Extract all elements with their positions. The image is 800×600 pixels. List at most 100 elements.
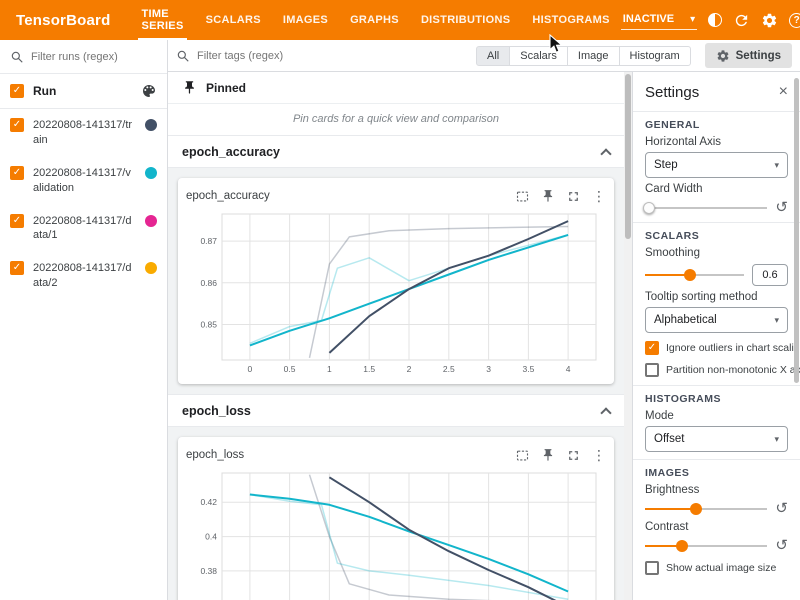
partition-x-axis-row: Partition non-monotonic X axis i xyxy=(645,363,788,377)
run-checkbox[interactable]: ✓ xyxy=(10,118,24,132)
chevron-up-icon xyxy=(600,148,611,159)
section-header-epoch-accuracy[interactable]: epoch_accuracy xyxy=(168,136,624,168)
show-actual-size-label: Show actual image size xyxy=(666,562,776,574)
svg-text:1: 1 xyxy=(327,364,332,374)
run-row: ✓ 20220808-141317/train xyxy=(0,109,167,157)
search-icon xyxy=(176,49,190,63)
run-label: 20220808-141317/data/2 xyxy=(33,261,136,291)
tab-scalars[interactable]: SCALARS xyxy=(195,0,272,40)
settings-gear-icon[interactable] xyxy=(761,12,778,29)
histogram-mode-select[interactable]: Offset ▾ xyxy=(645,426,788,452)
slider-thumb[interactable] xyxy=(684,269,696,281)
show-actual-size-checkbox[interactable] xyxy=(645,561,659,575)
run-label: 20220808-141317/data/1 xyxy=(33,214,136,244)
brightness-slider[interactable] xyxy=(645,502,767,516)
chevron-up-icon xyxy=(600,407,611,418)
status-dropdown[interactable]: INACTIVE ▾ xyxy=(621,10,697,30)
select-all-runs-checkbox[interactable]: ✓ xyxy=(10,84,24,98)
tab-graphs[interactable]: GRAPHS xyxy=(339,0,410,40)
runs-column-header: Run xyxy=(33,83,132,99)
section-title: epoch_accuracy xyxy=(182,145,280,159)
fullscreen-icon[interactable] xyxy=(566,189,581,204)
pinned-empty-hint: Pin cards for a quick view and compariso… xyxy=(168,104,624,136)
ignore-outliers-row: ✓ Ignore outliers in chart scaling xyxy=(645,341,788,355)
run-checkbox[interactable]: ✓ xyxy=(10,166,24,180)
chip-scalars[interactable]: Scalars xyxy=(509,46,568,66)
tab-distributions[interactable]: DISTRIBUTIONS xyxy=(410,0,521,40)
pin-card-icon[interactable] xyxy=(541,189,555,203)
zoom-selection-icon[interactable] xyxy=(515,448,530,463)
contrast-slider[interactable] xyxy=(645,539,767,553)
fullscreen-icon[interactable] xyxy=(566,448,581,463)
epoch-loss-line-chart[interactable]: 00.511.522.533.540.360.380.40.42 xyxy=(186,467,606,600)
svg-text:0.4: 0.4 xyxy=(205,532,217,542)
tab-images[interactable]: IMAGES xyxy=(272,0,339,40)
app-title: TensorBoard xyxy=(0,12,130,29)
run-color-dot[interactable] xyxy=(145,119,157,131)
tab-histograms[interactable]: HISTOGRAMS xyxy=(521,0,620,40)
run-color-dot[interactable] xyxy=(145,167,157,179)
more-options-icon[interactable]: ⋮ xyxy=(592,448,606,462)
more-options-icon[interactable]: ⋮ xyxy=(592,189,606,203)
tab-time-series[interactable]: TIME SERIES xyxy=(130,0,194,40)
run-color-dot[interactable] xyxy=(145,262,157,274)
run-row: ✓ 20220808-141317/data/2 xyxy=(0,252,167,300)
histogram-mode-value: Offset xyxy=(654,433,684,445)
run-label: 20220808-141317/validation xyxy=(33,166,136,196)
reset-icon[interactable]: ↺ xyxy=(775,501,788,516)
zoom-selection-icon[interactable] xyxy=(515,189,530,204)
palette-icon[interactable] xyxy=(141,83,157,99)
help-icon[interactable]: ? xyxy=(789,13,800,28)
histogram-mode-label: Mode xyxy=(645,410,788,422)
pin-card-icon[interactable] xyxy=(541,448,555,462)
chip-image[interactable]: Image xyxy=(567,46,620,66)
slider-thumb[interactable] xyxy=(690,503,702,515)
contrast-label: Contrast xyxy=(645,521,788,533)
reset-icon[interactable]: ↺ xyxy=(775,538,788,553)
chip-histogram[interactable]: Histogram xyxy=(619,46,691,66)
histograms-heading: HISTOGRAMS xyxy=(645,393,788,405)
main-scrollbar[interactable] xyxy=(624,72,632,600)
partition-x-axis-label: Partition non-monotonic X axis xyxy=(666,364,800,376)
tooltip-sorting-select[interactable]: Alphabetical ▾ xyxy=(645,307,788,333)
chevron-down-icon: ▾ xyxy=(774,160,779,171)
search-icon xyxy=(10,50,24,64)
settings-scrollbar-thumb[interactable] xyxy=(794,78,799,383)
nav-tabs: TIME SERIES SCALARS IMAGES GRAPHS DISTRI… xyxy=(130,0,620,40)
smoothing-value-input[interactable]: 0.6 xyxy=(752,264,788,286)
horizontal-axis-select[interactable]: Step ▾ xyxy=(645,152,788,178)
section-title: epoch_loss xyxy=(182,404,251,418)
run-checkbox[interactable]: ✓ xyxy=(10,261,24,275)
epoch-accuracy-line-chart[interactable]: 00.511.522.533.540.850.860.87 xyxy=(186,208,606,378)
run-checkbox[interactable]: ✓ xyxy=(10,214,24,228)
run-color-dot[interactable] xyxy=(145,215,157,227)
svg-text:0.38: 0.38 xyxy=(200,566,217,576)
section-body: epoch_accuracy ⋮ 00.511.522.533.540.850.… xyxy=(168,168,624,395)
header-actions: INACTIVE ▾ ? xyxy=(621,10,800,30)
chip-all[interactable]: All xyxy=(476,46,510,66)
svg-text:1.5: 1.5 xyxy=(363,364,375,374)
tags-toolbar: All Scalars Image Histogram Settings xyxy=(168,40,800,72)
partition-x-axis-checkbox[interactable] xyxy=(645,363,659,377)
svg-text:0: 0 xyxy=(248,364,253,374)
ignore-outliers-checkbox[interactable]: ✓ xyxy=(645,341,659,355)
reset-icon[interactable]: ↺ xyxy=(775,200,788,215)
scrollbar-thumb[interactable] xyxy=(625,74,631,239)
card-width-slider[interactable] xyxy=(645,201,767,215)
runs-sidebar: ✓ Run ✓ 20220808-141317/train ✓ 20220808… xyxy=(0,40,168,600)
svg-text:3: 3 xyxy=(486,364,491,374)
card-header: epoch_loss ⋮ xyxy=(186,443,606,467)
settings-button[interactable]: Settings xyxy=(705,43,792,68)
filter-tags-input[interactable] xyxy=(197,50,357,62)
close-icon[interactable]: × xyxy=(779,84,788,100)
slider-thumb[interactable] xyxy=(643,202,655,214)
section-header-epoch-loss[interactable]: epoch_loss xyxy=(168,395,624,427)
slider-thumb[interactable] xyxy=(676,540,688,552)
brightness-label: Brightness xyxy=(645,484,788,496)
contrast-toggle-icon[interactable] xyxy=(708,13,722,27)
smoothing-slider[interactable] xyxy=(645,268,744,282)
ignore-outliers-label: Ignore outliers in chart scaling xyxy=(666,342,800,354)
refresh-icon[interactable] xyxy=(733,12,750,29)
app-header: TensorBoard TIME SERIES SCALARS IMAGES G… xyxy=(0,0,800,40)
filter-runs-input[interactable] xyxy=(31,51,149,63)
